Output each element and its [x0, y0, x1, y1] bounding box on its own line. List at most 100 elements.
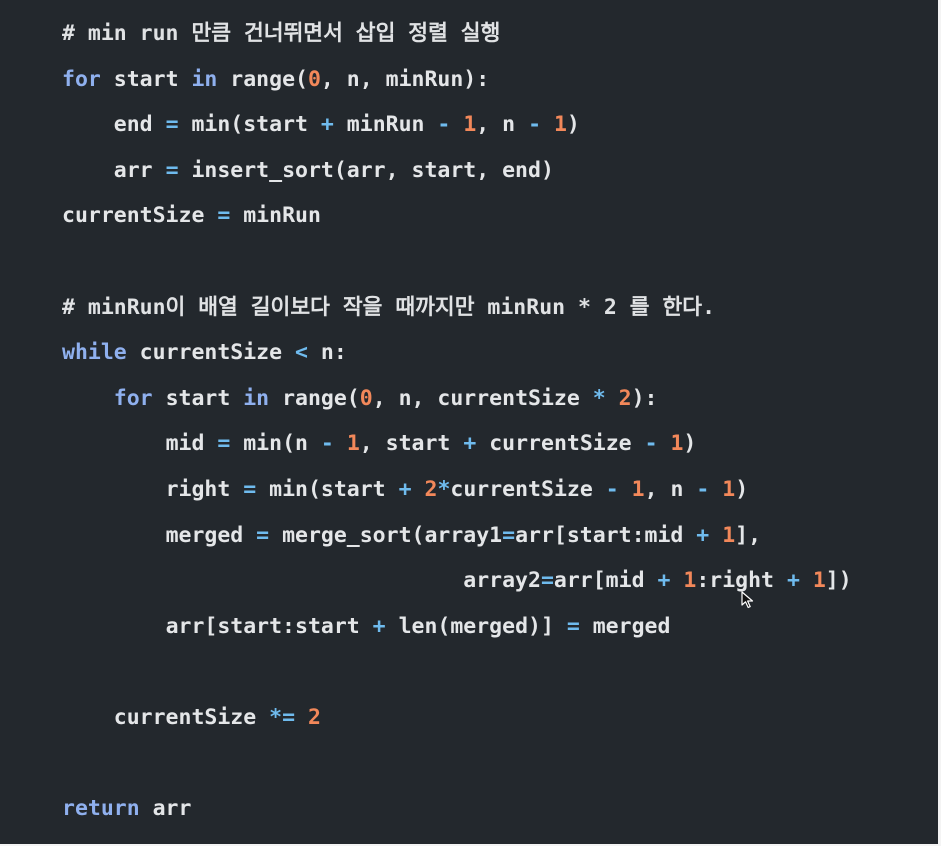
operator-token: =	[165, 112, 179, 138]
operator-token: -	[696, 476, 710, 502]
operator-token: -	[528, 112, 542, 138]
code-line: array2=arr[mid + 1:right + 1])	[62, 558, 852, 604]
number-token: 0	[307, 66, 321, 92]
operator-token: =	[540, 568, 554, 594]
code-text: , n, currentSize	[372, 385, 593, 411]
code-text: , n, minRun):	[320, 66, 490, 92]
code-line: merged = merge_sort(array1=arr[start:mid…	[62, 513, 852, 559]
operator-token: -	[320, 431, 334, 457]
code-line: # min run 만큼 건너뛰면서 삽입 정렬 실행	[62, 11, 852, 57]
operator-token: =	[566, 613, 580, 639]
number-token: 1	[631, 476, 645, 502]
keyword-token: for	[113, 385, 153, 411]
code-line: end = min(start + minRun - 1, n - 1)	[62, 102, 852, 148]
code-text: range(	[217, 66, 308, 92]
keyword-token: for	[62, 66, 101, 92]
code-text: currentSize	[126, 340, 296, 366]
code-line: currentSize = minRun	[62, 193, 852, 239]
number-token: 2	[618, 385, 632, 411]
operator-token: +	[320, 112, 334, 138]
code-text: minRun	[230, 203, 321, 229]
operator-token: =	[165, 157, 179, 183]
code-text: arr	[113, 157, 166, 183]
code-text: arr	[139, 796, 192, 822]
code-text: ])	[825, 568, 852, 594]
code-line: right = min(start + 2*currentSize - 1, n…	[62, 467, 852, 513]
code-text: arr[start:start	[165, 613, 373, 639]
code-line: arr[start:start + len(merged)] = merged	[62, 604, 852, 650]
operator-token: =	[217, 431, 231, 457]
code-text: insert_sort(arr, start, end)	[178, 157, 554, 183]
keyword-token: while	[62, 340, 127, 366]
operator-token: +	[398, 476, 412, 502]
code-text: , n	[644, 476, 697, 502]
code-text: )	[683, 431, 697, 457]
comment-text: # minRun이 배열 길이보다 작을 때까지만 minRun * 2 를 한…	[62, 294, 716, 320]
operator-token: +	[372, 613, 386, 639]
code-line: # minRun이 배열 길이보다 작을 때까지만 minRun * 2 를 한…	[62, 285, 852, 331]
code-text: len(merged)]	[385, 613, 567, 639]
code-text: ],	[735, 522, 762, 548]
operator-token: +	[696, 522, 710, 548]
code-editor: # min run 만큼 건너뛰면서 삽입 정렬 실행 for start in …	[0, 0, 941, 846]
code-text: merged	[165, 522, 257, 548]
code-text: range(	[269, 385, 360, 411]
code-text: end	[113, 112, 166, 138]
code-line: mid = min(n - 1, start + currentSize - 1…	[62, 421, 852, 467]
code-text: mid	[165, 431, 218, 457]
code-line: while currentSize < n:	[62, 330, 852, 376]
code-text: merged	[579, 613, 671, 639]
code-text: currentSize	[62, 203, 218, 229]
mouse-pointer-icon	[741, 591, 754, 609]
operator-token: *	[437, 476, 451, 502]
code-text: currentSize	[476, 431, 645, 457]
code-text: , start	[359, 431, 464, 457]
keyword-token: in	[243, 385, 270, 411]
keyword-token: return	[62, 796, 140, 822]
operator-token: =	[256, 522, 270, 548]
code-text: )	[566, 112, 580, 138]
number-token: 0	[359, 385, 373, 411]
code-text: currentSize	[450, 476, 606, 502]
operator-token: +	[463, 431, 477, 457]
operator-token: =	[217, 203, 231, 229]
code-text: merge_sort(array1	[269, 522, 503, 548]
code-text: )	[735, 476, 749, 502]
code-text: start	[152, 385, 244, 411]
code-text: min(n	[230, 431, 321, 457]
number-token: 1	[553, 112, 567, 138]
number-token: 1	[722, 476, 736, 502]
operator-token: =	[243, 476, 257, 502]
code-text: minRun	[333, 112, 438, 138]
code-line: return arr	[62, 786, 852, 832]
comment-text: # min run 만큼 건너뛰면서 삽입 정렬 실행	[62, 21, 501, 46]
operator-token: *=	[269, 704, 296, 730]
code-text: array2	[165, 568, 541, 594]
operator-token: -	[605, 476, 619, 502]
operator-token: +	[657, 568, 671, 594]
code-text: arr[mid	[553, 568, 658, 594]
operator-token: +	[786, 568, 800, 594]
code-text: min(start	[256, 476, 399, 502]
number-token: 1	[812, 568, 826, 594]
operator-token: -	[437, 112, 451, 138]
code-text: n:	[307, 340, 347, 366]
code-block[interactable]: # min run 만큼 건너뛰면서 삽입 정렬 실행 for start in …	[62, 11, 852, 832]
